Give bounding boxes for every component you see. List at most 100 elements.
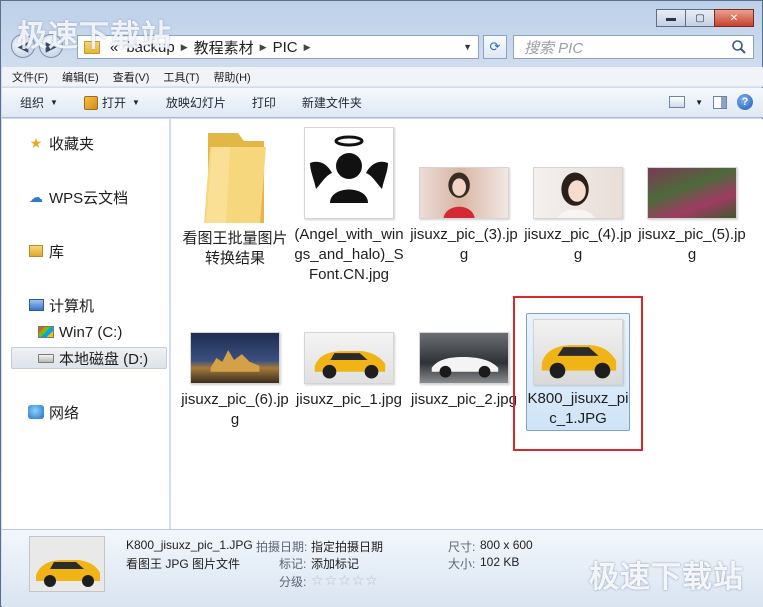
- details-filetype: 看图王 JPG 图片文件: [126, 557, 241, 571]
- details-filename: K800_jisuxz_pic_1.JPG: [126, 538, 253, 552]
- breadcrumb-tutorial[interactable]: 教程素材: [190, 37, 258, 58]
- drive-icon: [38, 353, 54, 363]
- file-name: jisuxz_pic_1.jpg: [296, 391, 402, 408]
- search-placeholder: 搜索 PIC: [524, 39, 584, 57]
- star-icon[interactable]: ☆: [352, 572, 365, 589]
- file-name: 看图王批量图片转换结果: [182, 230, 288, 267]
- sidebar-item-network[interactable]: 网络: [28, 401, 188, 423]
- details-tags-value[interactable]: 添加标记: [311, 555, 359, 572]
- star-icon[interactable]: ☆: [325, 572, 338, 589]
- close-button[interactable]: ✕: [714, 9, 754, 27]
- list-item[interactable]: jisuxz_pic_1.jpg: [294, 313, 404, 410]
- sidebar-item-favorites[interactable]: ★ 收藏夹: [28, 132, 188, 154]
- maximize-button[interactable]: ▢: [685, 9, 715, 27]
- sidebar-item-drive-d[interactable]: 本地磁盘 (D:): [11, 347, 167, 369]
- list-item-selected[interactable]: K800_jisuxz_pic_1.JPG: [526, 313, 630, 431]
- chevron-right-icon[interactable]: ▶: [302, 42, 313, 53]
- thumbnail-photo: [419, 332, 509, 384]
- menu-bar: 文件(F) 编辑(E) 查看(V) 工具(T) 帮助(H): [2, 67, 763, 87]
- menu-file[interactable]: 文件(F): [12, 69, 48, 85]
- details-date-label: 拍摄日期:: [256, 540, 308, 554]
- chevron-right-icon[interactable]: ▶: [179, 42, 190, 53]
- library-icon: [29, 245, 43, 257]
- folder-icon: [200, 127, 270, 223]
- print-button[interactable]: 打印: [252, 94, 276, 111]
- menu-view[interactable]: 查看(V): [113, 69, 150, 85]
- refresh-button[interactable]: ⟳: [483, 35, 507, 59]
- open-label: 打开: [101, 96, 126, 110]
- chevron-down-icon: ▼: [131, 98, 140, 107]
- star-icon[interactable]: ☆: [338, 572, 351, 589]
- file-name: jisuxz_pic_(3).jpg: [410, 226, 518, 263]
- watermark-bottom: 极速下载站: [589, 561, 744, 594]
- search-input[interactable]: 搜索 PIC: [513, 35, 754, 59]
- view-options-icon[interactable]: [669, 96, 686, 108]
- details-date-value[interactable]: 指定拍摄日期: [311, 538, 383, 555]
- organize-label: 组织: [20, 96, 45, 110]
- window-controls: ▬ ▢ ✕: [656, 9, 754, 27]
- sidebar-item-label: 计算机: [49, 297, 95, 315]
- thumbnail-photo: [533, 319, 623, 385]
- thumbnail-photo: [647, 167, 737, 219]
- chevron-down-icon[interactable]: ▼: [463, 42, 472, 52]
- slideshow-label: 放映幻灯片: [165, 96, 226, 110]
- list-item[interactable]: jisuxz_pic_(4).jpg: [523, 127, 633, 265]
- list-item[interactable]: jisuxz_pic_2.jpg: [409, 313, 519, 410]
- sidebar-item-label: WPS云文档: [49, 189, 129, 207]
- details-size-value: 800 x 600: [480, 538, 533, 552]
- menu-help[interactable]: 帮助(H): [213, 69, 250, 85]
- file-name: jisuxz_pic_(5).jpg: [638, 226, 746, 263]
- chevron-down-icon: ▼: [50, 98, 58, 107]
- thumbnail-photo: [190, 332, 280, 384]
- cloud-icon: ☁: [29, 188, 43, 205]
- open-app-icon: [83, 95, 98, 110]
- sidebar-item-label: 收藏夹: [49, 135, 95, 153]
- sidebar-item-label: 本地磁盘 (D:): [59, 350, 149, 368]
- details-thumbnail: [29, 536, 105, 592]
- list-item[interactable]: jisuxz_pic_(3).jpg: [409, 127, 519, 265]
- file-list: 看图王批量图片转换结果 (Angel_with_wings_and_halo)_…: [171, 119, 763, 529]
- file-name: jisuxz_pic_(4).jpg: [524, 226, 632, 263]
- sidebar-item-library[interactable]: 库: [28, 240, 188, 262]
- breadcrumb-pic[interactable]: PIC: [269, 39, 302, 56]
- open-button[interactable]: 打开 ▼: [83, 94, 140, 111]
- navigation-pane: ★ 收藏夹 ☁ WPS云文档 库 计算机 Win7 (C:) 本地磁盘 (D:)…: [2, 119, 170, 529]
- thumbnail-photo: [533, 167, 623, 219]
- thumbnail-photo: [419, 167, 509, 219]
- thumbnail-photo: [304, 332, 394, 384]
- details-filesize-value: 102 KB: [480, 555, 520, 569]
- sidebar-item-label: 网络: [49, 404, 80, 422]
- help-icon[interactable]: ?: [737, 94, 753, 110]
- new-folder-button[interactable]: 新建文件夹: [302, 94, 362, 111]
- file-name: jisuxz_pic_(6).jpg: [181, 391, 289, 428]
- sidebar-item-computer[interactable]: 计算机: [28, 294, 188, 316]
- sidebar-item-wps[interactable]: ☁ WPS云文档: [28, 186, 188, 208]
- computer-icon: [28, 299, 44, 311]
- star-icon[interactable]: ☆: [365, 572, 378, 589]
- file-name: jisuxz_pic_2.jpg: [411, 391, 517, 408]
- list-item[interactable]: (Angel_with_wings_and_halo)_SFont.CN.jpg: [294, 127, 404, 285]
- list-item[interactable]: jisuxz_pic_(5).jpg: [637, 127, 747, 265]
- star-icon[interactable]: ☆: [311, 572, 324, 589]
- preview-pane-icon[interactable]: [713, 95, 727, 109]
- details-rating-label: 分级:: [279, 575, 307, 589]
- view-controls: ▼ ?: [669, 94, 753, 110]
- details-filesize-label: 大小:: [448, 557, 476, 571]
- thumbnail-angel: [304, 127, 394, 219]
- list-item[interactable]: jisuxz_pic_(6).jpg: [180, 313, 290, 430]
- file-name: K800_jisuxz_pic_1.JPG: [527, 390, 629, 427]
- slideshow-button[interactable]: 放映幻灯片: [166, 94, 226, 111]
- details-size-label: 尺寸:: [448, 540, 476, 554]
- new-folder-label: 新建文件夹: [301, 96, 362, 110]
- file-name: (Angel_with_wings_and_halo)_SFont.CN.jpg: [294, 226, 404, 283]
- network-icon: [28, 405, 44, 419]
- command-bar: 组织 ▼ 打开 ▼ 放映幻灯片 打印 新建文件夹 ▼ ?: [2, 88, 763, 118]
- rating-stars[interactable]: ☆ ☆ ☆ ☆ ☆: [311, 572, 378, 589]
- organize-button[interactable]: 组织 ▼: [20, 94, 58, 111]
- chevron-right-icon[interactable]: ▶: [258, 42, 269, 53]
- menu-tools[interactable]: 工具(T): [163, 69, 199, 85]
- chevron-down-icon[interactable]: ▼: [695, 98, 703, 107]
- minimize-button[interactable]: ▬: [656, 9, 686, 27]
- list-item[interactable]: 看图王批量图片转换结果: [180, 127, 290, 269]
- menu-edit[interactable]: 编辑(E): [62, 69, 99, 85]
